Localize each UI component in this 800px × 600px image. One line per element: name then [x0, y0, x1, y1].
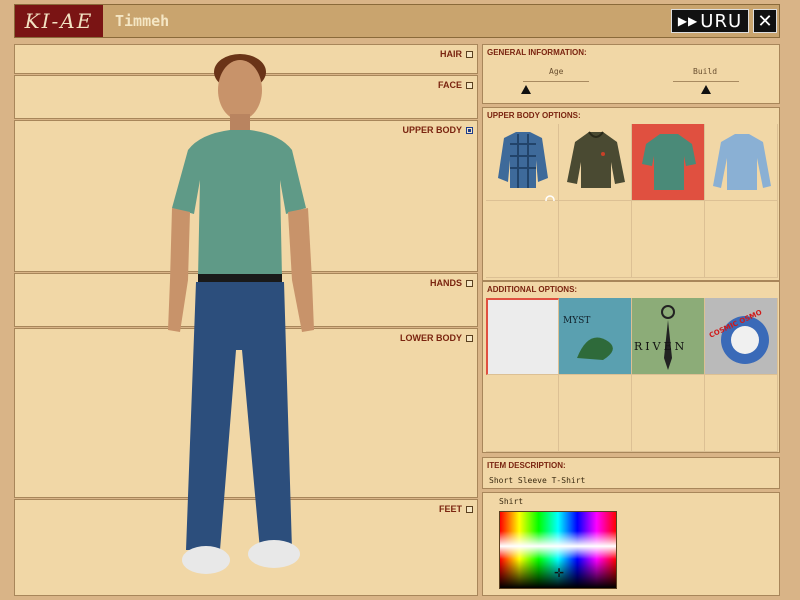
upper-body-label: UPPER BODY: [402, 125, 462, 135]
shirt-color-label: Shirt: [499, 497, 524, 506]
riven-logo-icon: [632, 298, 704, 374]
fast-forward-icon: ▶▶: [677, 14, 699, 28]
plaid-jacket-icon: [498, 132, 555, 201]
option-myst-logo[interactable]: MYST: [559, 298, 632, 375]
option-empty-7: [632, 375, 705, 452]
myst-text: MYST: [563, 316, 591, 326]
hair-label: HAIR: [440, 49, 462, 59]
upper-body-options-title: UPPER BODY OPTIONS:: [487, 111, 581, 120]
avatar-figure[interactable]: [150, 50, 330, 590]
option-plaid-jacket[interactable]: [486, 124, 559, 201]
face-checkbox[interactable]: [466, 81, 473, 89]
ki-logo: KI-AE: [15, 5, 103, 37]
option-empty-3: [632, 201, 705, 278]
lower-body-label: LOWER BODY: [400, 333, 462, 343]
uru-label: URU: [700, 10, 743, 32]
color-panel: Shirt ✛: [482, 492, 780, 596]
upper-body-options-panel: UPPER BODY OPTIONS:: [482, 107, 780, 281]
hooded-jacket-icon: [567, 131, 625, 188]
build-slider-track[interactable]: [673, 81, 739, 82]
option-empty-2: [559, 201, 632, 278]
short-sleeve-shirt-icon: [642, 134, 696, 190]
option-short-sleeve-shirt[interactable]: [632, 124, 705, 201]
additional-options-title: ADDITIONAL OPTIONS:: [487, 285, 578, 294]
uru-button[interactable]: ▶▶ URU: [671, 9, 749, 33]
age-slider-track[interactable]: [523, 81, 589, 82]
hands-checkbox[interactable]: [466, 279, 473, 287]
hands-label: HANDS: [429, 278, 462, 288]
logo-text: KI-AE: [24, 9, 94, 33]
general-info-title: GENERAL INFORMATION:: [487, 48, 587, 57]
item-description-title: ITEM DESCRIPTION:: [487, 461, 566, 470]
upper-body-checkbox[interactable]: [466, 126, 473, 134]
close-button[interactable]: ✕: [753, 9, 777, 33]
myst-logo-icon: [559, 298, 631, 374]
option-long-sleeve-shirt[interactable]: [705, 124, 778, 201]
close-icon: ✕: [757, 10, 773, 32]
additional-options-panel: ADDITIONAL OPTIONS: MYST RIVEN COSMIC OS…: [482, 281, 780, 453]
option-cosmic-osmo-logo[interactable]: COSMIC OSMO: [705, 298, 778, 375]
long-sleeve-shirt-icon: [713, 134, 771, 190]
item-description-panel: ITEM DESCRIPTION: Short Sleeve T-Shirt: [482, 457, 780, 489]
age-label: Age: [549, 67, 564, 76]
lower-body-checkbox[interactable]: [466, 334, 473, 342]
feet-checkbox[interactable]: [466, 505, 473, 513]
shirt-color-picker[interactable]: ✛: [499, 511, 617, 589]
riven-text: RIVEN: [634, 340, 688, 353]
hair-checkbox[interactable]: [466, 50, 473, 58]
feet-label: FEET: [438, 504, 462, 514]
general-info-panel: GENERAL INFORMATION: Age Build: [482, 44, 780, 104]
option-empty-5: [486, 375, 559, 452]
build-label: Build: [693, 67, 718, 76]
player-name: Timmeh: [115, 12, 170, 30]
option-empty-6: [559, 375, 632, 452]
age-slider-knob[interactable]: [521, 85, 531, 94]
option-hooded-jacket[interactable]: [559, 124, 632, 201]
option-empty-4: [705, 201, 778, 278]
plain-texture-icon: [488, 300, 558, 374]
item-description-value: Short Sleeve T-Shirt: [489, 476, 586, 485]
title-bar: KI-AE Timmeh ▶▶ URU ✕: [14, 4, 780, 38]
crosshair-icon: ✛: [554, 566, 565, 580]
face-label: FACE: [437, 80, 462, 90]
option-plain-texture[interactable]: [486, 298, 559, 375]
option-empty-8: [705, 375, 778, 452]
option-riven-logo[interactable]: RIVEN: [632, 298, 705, 375]
build-slider-knob[interactable]: [701, 85, 711, 94]
option-empty-1: [486, 201, 559, 278]
